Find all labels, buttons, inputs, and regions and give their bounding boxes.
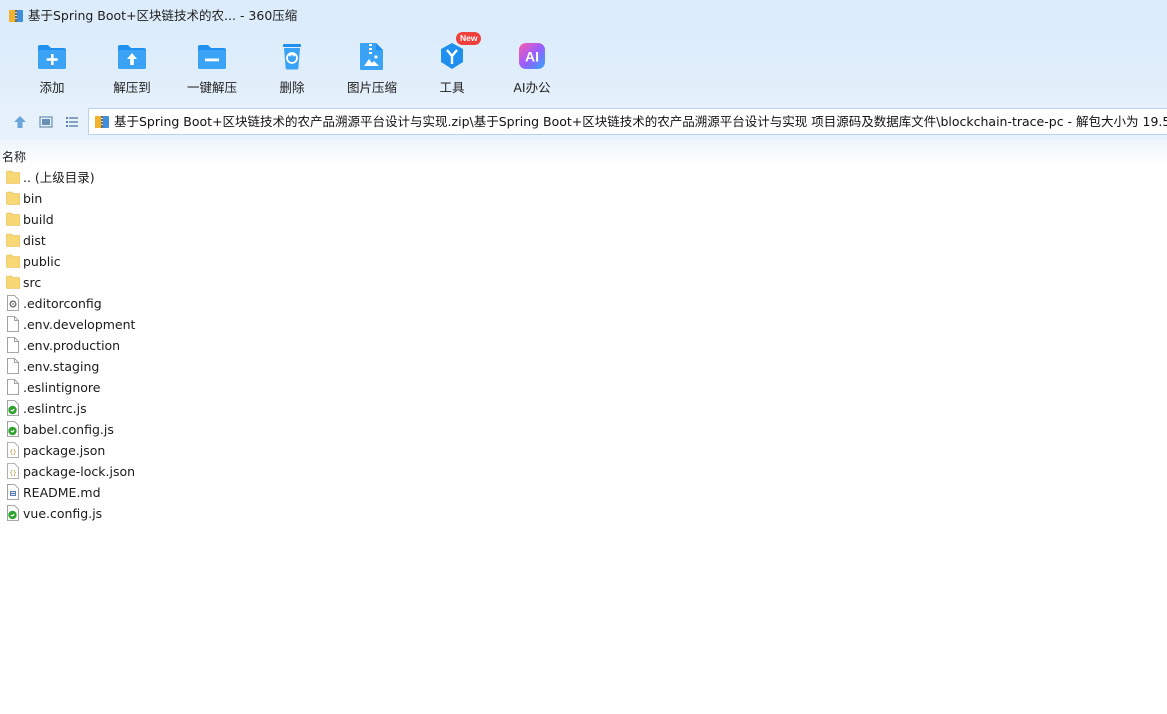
list-header: 名称 — [0, 140, 1167, 166]
file-row[interactable]: .eslintignore — [0, 377, 600, 398]
file-icon — [7, 379, 19, 395]
one-click-extract-button[interactable]: 一键解压 — [172, 32, 252, 102]
file-name: src — [23, 275, 42, 290]
file-name: bin — [23, 191, 43, 206]
extract-to-button[interactable]: 解压到 — [92, 32, 172, 102]
delete-trash-icon — [283, 44, 301, 70]
delete-label: 删除 — [279, 80, 305, 95]
file-row[interactable]: vue.config.js — [0, 503, 600, 524]
file-name: package-lock.json — [23, 464, 136, 479]
ai-office-button[interactable]: AI AI办公 — [492, 32, 572, 102]
file-name: dist — [23, 233, 46, 248]
file-name: .eslintrc.js — [23, 401, 87, 416]
file-row[interactable]: .editorconfig — [0, 293, 600, 314]
file-name: package.json — [23, 443, 106, 458]
config-file-icon — [7, 295, 19, 311]
file-row[interactable]: {} package.json — [0, 440, 600, 461]
folder-row[interactable]: build — [0, 209, 600, 230]
tools-label: 工具 — [439, 80, 465, 95]
svg-text:AI: AI — [525, 49, 539, 65]
file-name: public — [23, 254, 61, 269]
file-name: .env.development — [23, 317, 136, 332]
window-title: 基于Spring Boot+区块链技术的农... - 360压缩 — [28, 8, 298, 23]
extract-to-icon — [118, 45, 146, 69]
title-bar: 基于Spring Boot+区块链技术的农... - 360压缩 — [0, 0, 1167, 32]
folder-icon — [6, 275, 20, 289]
add-label: 添加 — [39, 80, 65, 95]
one-click-extract-label: 一键解压 — [186, 80, 237, 95]
zip-archive-icon — [95, 116, 109, 128]
file-name: .env.production — [23, 338, 121, 353]
file-name: .editorconfig — [23, 296, 102, 311]
folder-icon — [6, 191, 20, 205]
js-file-icon — [7, 421, 19, 437]
archive-window: 基于Spring Boot+区块链技术的农... - 360压缩 添加 解压到 — [0, 0, 1167, 714]
file-name: .. (上级目录) — [23, 170, 95, 185]
folder-row[interactable]: .. (上级目录) — [0, 167, 600, 188]
folder-row[interactable]: public — [0, 251, 600, 272]
file-row[interactable]: babel.config.js — [0, 419, 600, 440]
folder-icon — [6, 170, 20, 184]
file-row[interactable]: .env.production — [0, 335, 600, 356]
thumbnail-view-icon[interactable] — [38, 114, 54, 130]
file-icon — [7, 358, 19, 374]
file-row[interactable]: README.md — [0, 482, 600, 503]
file-row[interactable]: .eslintrc.js — [0, 398, 600, 419]
ai-office-icon: AI — [519, 43, 545, 69]
folder-row[interactable]: bin — [0, 188, 600, 209]
folder-icon — [6, 254, 20, 268]
address-bar[interactable]: 基于Spring Boot+区块链技术的农产品溯源平台设计与实现.zip\基于S… — [88, 108, 1167, 135]
ai-office-label: AI办公 — [513, 80, 551, 95]
archive-path: 基于Spring Boot+区块链技术的农产品溯源平台设计与实现.zip\基于S… — [114, 114, 1167, 129]
extract-to-label: 解压到 — [113, 80, 151, 95]
folder-row[interactable]: dist — [0, 230, 600, 251]
column-name-header[interactable]: 名称 — [2, 148, 26, 165]
folder-row[interactable]: src — [0, 272, 600, 293]
svg-text:{}: {} — [9, 449, 16, 456]
delete-button[interactable]: 删除 — [252, 32, 332, 102]
up-arrow-icon[interactable] — [12, 114, 28, 130]
file-row[interactable]: {} package-lock.json — [0, 461, 600, 482]
archive-app-icon — [9, 10, 23, 22]
new-badge: New — [456, 32, 482, 45]
file-row[interactable]: .env.development — [0, 314, 600, 335]
json-file-icon: {} — [7, 463, 19, 479]
file-name: babel.config.js — [23, 422, 114, 437]
tools-button[interactable]: New 工具 — [412, 32, 492, 102]
svg-text:{}: {} — [9, 470, 16, 477]
file-name: README.md — [23, 485, 101, 500]
file-icon — [7, 316, 19, 332]
js-file-icon — [7, 505, 19, 521]
one-click-extract-icon — [198, 45, 226, 69]
list-view-icon[interactable] — [64, 114, 80, 130]
file-row[interactable]: .env.staging — [0, 356, 600, 377]
file-name: vue.config.js — [23, 506, 103, 521]
file-name: build — [23, 212, 54, 227]
image-compress-button[interactable]: 图片压缩 — [332, 32, 412, 102]
json-file-icon: {} — [7, 442, 19, 458]
image-compress-label: 图片压缩 — [346, 80, 397, 95]
file-icon — [7, 337, 19, 353]
file-name: .env.staging — [23, 359, 100, 374]
folder-icon — [6, 233, 20, 247]
add-folder-icon — [38, 45, 66, 69]
add-button[interactable]: 添加 — [12, 32, 92, 102]
file-name: .eslintignore — [23, 380, 101, 395]
js-file-icon — [7, 400, 19, 416]
image-compress-icon — [360, 43, 383, 70]
toolbar: 添加 解压到 一键解压 删除 图片压缩 New 工具 AI AI办公 — [0, 32, 1167, 102]
folder-icon — [6, 212, 20, 226]
markdown-file-icon — [7, 484, 19, 500]
